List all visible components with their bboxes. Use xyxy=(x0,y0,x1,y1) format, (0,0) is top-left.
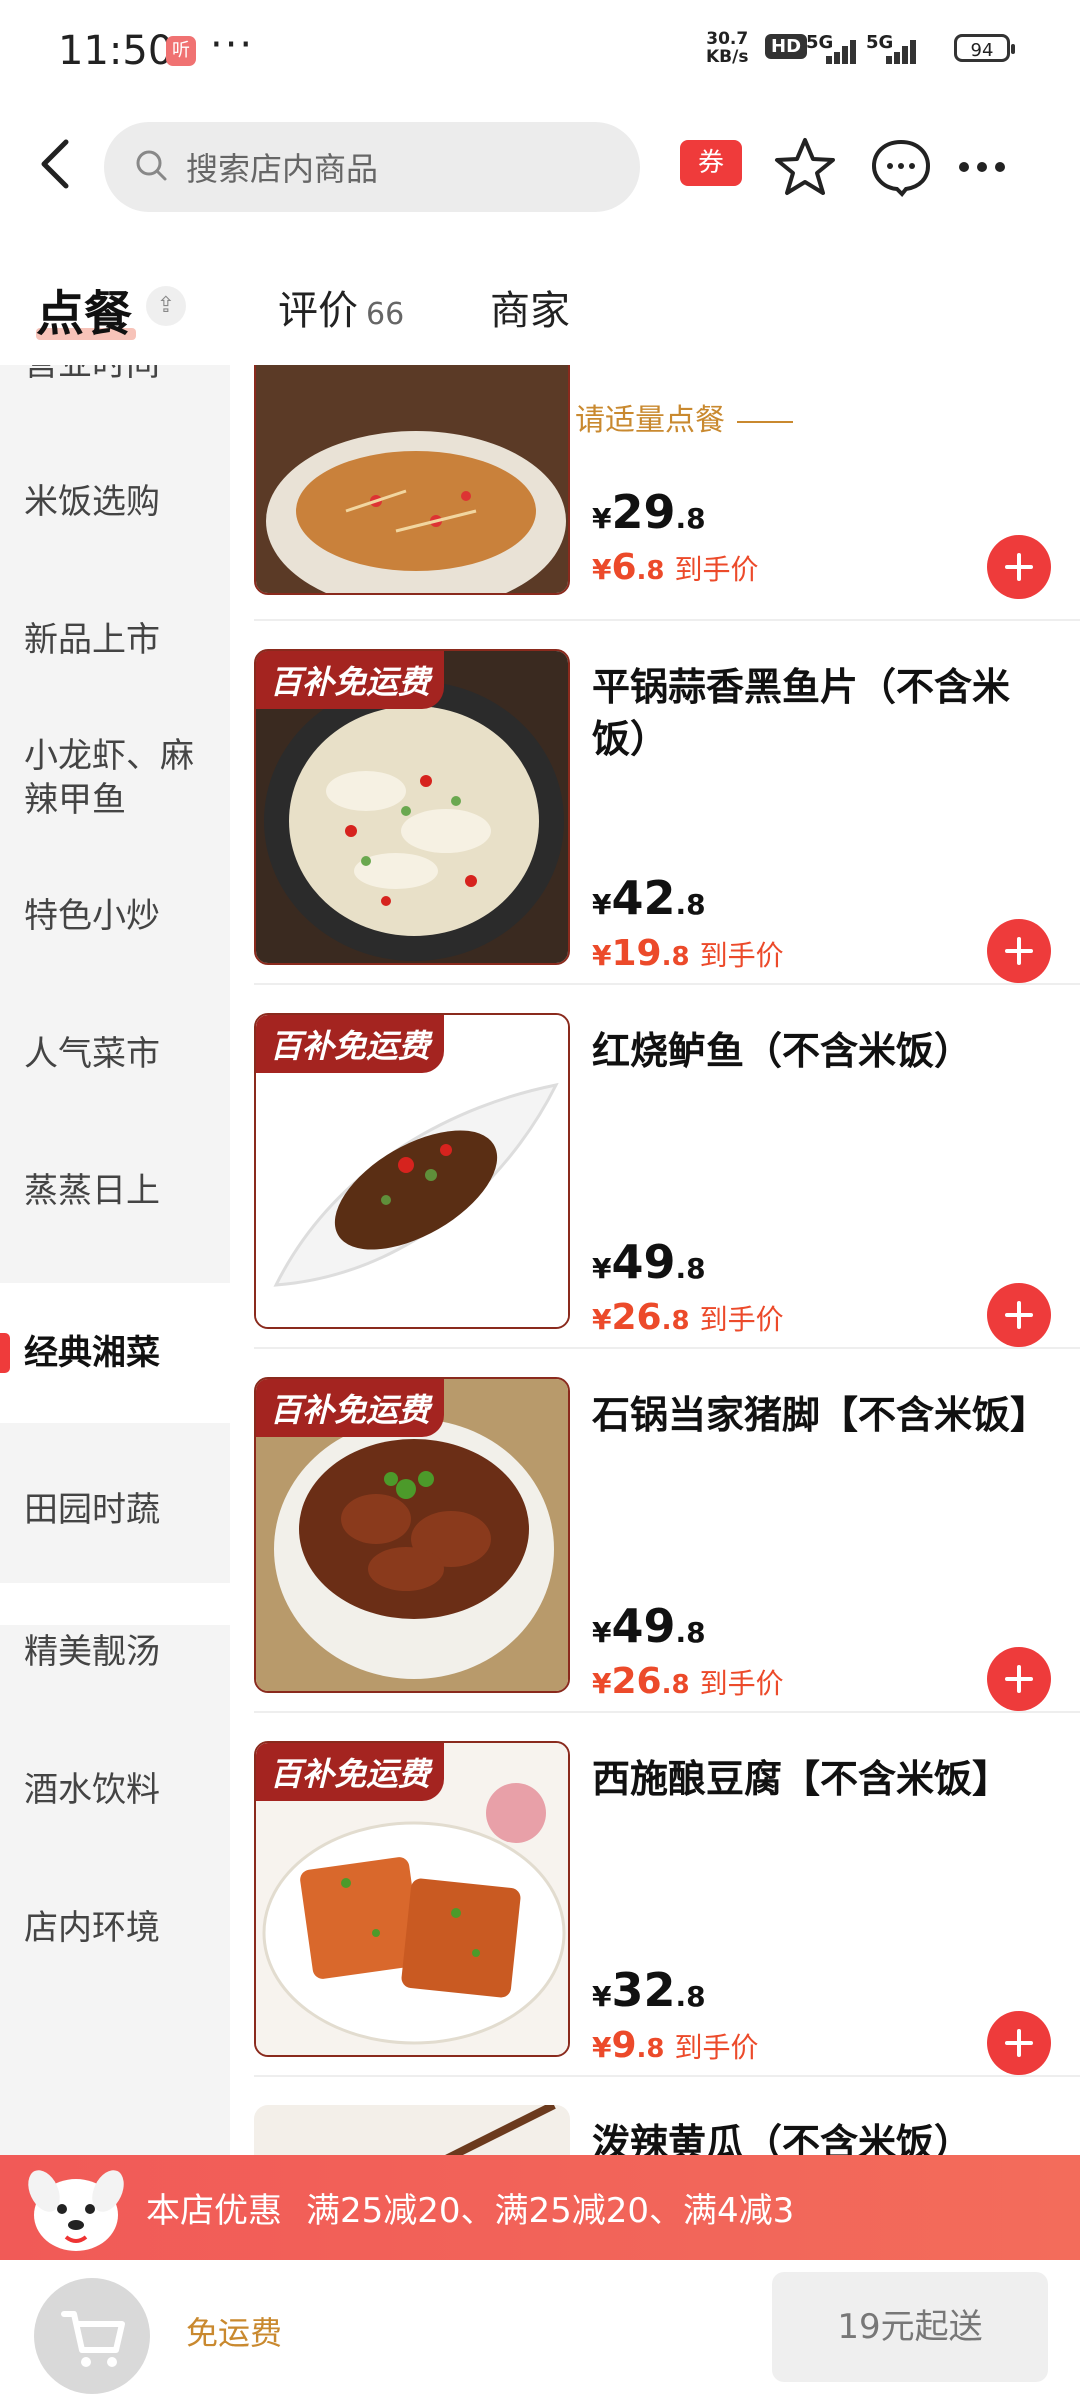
product-deal-price: ¥26.8 到手价 xyxy=(592,1297,784,1338)
product-price: ¥32.8 xyxy=(592,1963,706,2017)
sidebar-item-new[interactable]: 新品上市 xyxy=(0,571,230,709)
product-name[interactable]: 西施酿豆腐【不含米饭】 xyxy=(592,1753,1052,1805)
product-image[interactable] xyxy=(254,365,570,595)
status-more-icon: ··· xyxy=(210,22,255,68)
add-to-cart-button[interactable] xyxy=(987,1283,1051,1347)
product-deal-price: ¥19.8 到手价 xyxy=(592,933,784,974)
item-divider xyxy=(254,983,1080,985)
cart-button[interactable] xyxy=(34,2278,150,2394)
free-shipping-label: 免运费 xyxy=(186,2314,283,2352)
item-divider xyxy=(254,2075,1080,2077)
product-price: ¥49.8 xyxy=(592,1235,706,1289)
coupon-button[interactable]: 券 xyxy=(680,140,742,186)
item-divider xyxy=(254,1711,1080,1713)
product-image[interactable]: 百补免运费 xyxy=(254,1377,570,1693)
promo-title: 本店优惠 xyxy=(146,2191,282,2231)
sidebar-item-rice[interactable]: 米饭选购 xyxy=(0,433,230,571)
product-image[interactable]: 百补免运费 xyxy=(254,649,570,965)
product-item[interactable]: 百补免运费 红烧鲈鱼（不含米饭） ¥49.8 ¥26.8 到手价 xyxy=(250,1013,1080,1375)
product-list: 温馨提示，请适量点餐 ¥29.8 ¥6.8 到手价 百补免运费 平锅蒜香黑鱼片（不… xyxy=(250,365,1080,2155)
tip-line-right xyxy=(737,420,793,423)
item-divider xyxy=(254,619,1080,621)
customer-service-icon[interactable] xyxy=(866,132,936,202)
sidebar-item-hunan-classic[interactable]: 经典湘菜 xyxy=(0,1283,230,1423)
hd-icon: HD xyxy=(765,34,808,59)
tab-order[interactable]: 点餐 xyxy=(36,274,136,344)
product-name[interactable]: 泼辣黄瓜（不含米饭） xyxy=(592,2117,1052,2155)
product-item[interactable]: 泼辣黄瓜（不含米饭） xyxy=(250,2105,1080,2155)
sidebar-item-steamed[interactable]: 蒸蒸日上 xyxy=(0,1123,230,1283)
tab-review-label: 评价 xyxy=(278,288,358,334)
product-image[interactable] xyxy=(254,2105,570,2155)
sidebar-item-drinks[interactable]: 酒水饮料 xyxy=(0,1721,230,1859)
product-item[interactable]: 百补免运费 平锅蒜香黑鱼片（不含米饭） ¥42.8 ¥19.8 到手价 xyxy=(250,649,1080,1011)
listen-app-icon: 听 xyxy=(166,36,196,66)
add-to-cart-button[interactable] xyxy=(987,2011,1051,2075)
product-item[interactable]: 百补免运费 石锅当家猪脚【不含米饭】 ¥49.8 ¥26.8 到手价 xyxy=(250,1377,1080,1739)
back-icon[interactable] xyxy=(30,134,86,194)
sidebar-item-soup[interactable]: 精美靓汤 xyxy=(0,1583,230,1721)
subsidy-badge: 百补免运费 xyxy=(256,1379,445,1437)
product-name[interactable]: 平锅蒜香黑鱼片（不含米饭） xyxy=(592,661,1052,765)
sidebar-item-stirfry[interactable]: 特色小炒 xyxy=(0,847,230,985)
product-deal-price: ¥9.8 到手价 xyxy=(592,2025,759,2066)
tab-order-label: 点餐 xyxy=(36,286,133,342)
subsidy-badge: 百补免运费 xyxy=(256,1743,445,1801)
search-icon xyxy=(132,146,172,186)
subsidy-badge: 百补免运费 xyxy=(256,1015,445,1073)
product-deal-price: ¥6.8 到手价 xyxy=(592,547,759,588)
cart-icon xyxy=(61,2311,125,2367)
favorite-star-icon[interactable] xyxy=(770,132,840,202)
product-price: ¥42.8 xyxy=(592,871,706,925)
net-speed-value: 30.7 xyxy=(706,29,749,49)
product-price: ¥29.8 xyxy=(592,485,706,539)
subsidy-badge: 百补免运费 xyxy=(256,651,445,709)
add-to-cart-button[interactable] xyxy=(987,535,1051,599)
sidebar-item-hours[interactable]: 营业时间 xyxy=(0,365,230,433)
more-options-icon[interactable] xyxy=(950,132,1020,202)
promo-text: 本店优惠 满25减20、满25减20、满4减3 xyxy=(146,2183,794,2232)
promo-details: 满25减20、满25减20、满4减3 xyxy=(306,2191,795,2231)
net-speed-unit: KB/s xyxy=(706,47,749,67)
mascot-dog-icon xyxy=(16,2145,136,2265)
store-promo-banner[interactable]: 本店优惠 满25减20、满25减20、满4减3 xyxy=(0,2155,1080,2260)
sidebar-item-vegetables[interactable]: 田园时蔬 xyxy=(0,1423,230,1583)
collapse-icon[interactable]: ⇪ xyxy=(146,286,186,326)
store-header: 搜索店内商品 券 xyxy=(0,110,1080,220)
signal-bars-icon xyxy=(818,40,858,64)
battery-icon: 94 xyxy=(954,34,1015,62)
tab-review[interactable]: 评价 66 xyxy=(278,278,404,336)
store-tabs: 点餐 ⇪ 评价 66 商家 xyxy=(0,250,1080,350)
sidebar-item-crayfish[interactable]: 小龙虾、麻辣甲鱼 xyxy=(0,709,230,847)
product-name[interactable]: 红烧鲈鱼（不含米饭） xyxy=(592,1025,1052,1077)
min-order-button[interactable]: 19元起送 xyxy=(772,2272,1048,2382)
review-count: 66 xyxy=(366,297,405,332)
sidebar-item-popular[interactable]: 人气菜市 xyxy=(0,985,230,1123)
product-image[interactable]: 百补免运费 xyxy=(254,1013,570,1329)
search-placeholder: 搜索店内商品 xyxy=(186,150,379,188)
tab-merchant[interactable]: 商家 xyxy=(490,278,570,336)
net-speed: 30.7 KB/s xyxy=(706,30,748,66)
product-deal-price: ¥26.8 到手价 xyxy=(592,1661,784,1702)
product-image[interactable]: 百补免运费 xyxy=(254,1741,570,2057)
status-time: 11:50 xyxy=(58,28,174,74)
sidebar-item-environment[interactable]: 店内环境 xyxy=(0,1859,230,1997)
signal-bars-icon-2 xyxy=(878,40,918,64)
product-item[interactable]: 百补免运费 西施酿豆腐【不含米饭】 ¥32.8 ¥9.8 到手价 xyxy=(250,1741,1080,2103)
product-price: ¥49.8 xyxy=(592,1599,706,1653)
add-to-cart-button[interactable] xyxy=(987,919,1051,983)
category-sidebar: 营业时间 米饭选购 新品上市 小龙虾、麻辣甲鱼 特色小炒 人气菜市 蒸蒸日上 经… xyxy=(0,365,230,2155)
add-to-cart-button[interactable] xyxy=(987,1647,1051,1711)
search-bar[interactable]: 搜索店内商品 xyxy=(104,122,640,212)
item-divider xyxy=(254,1347,1080,1349)
status-bar: 11:50 听 ··· 30.7 KB/s HD 5G 5G 94 xyxy=(0,0,1080,100)
product-name[interactable]: 石锅当家猪脚【不含米饭】 xyxy=(592,1389,1052,1441)
cart-bar: 免运费 19元起送 xyxy=(0,2260,1080,2400)
